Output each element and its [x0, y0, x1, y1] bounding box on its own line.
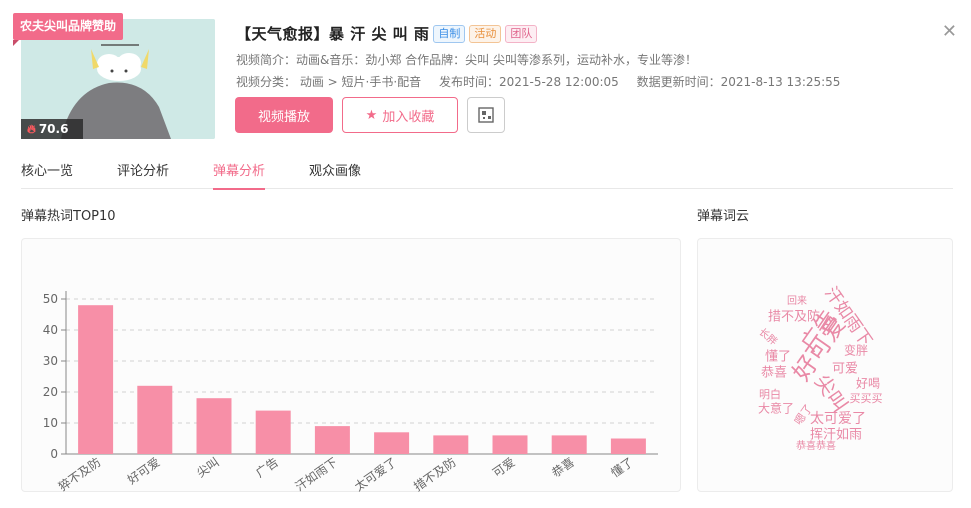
analysis-tabs: 核心一览 评论分析 弹幕分析 观众画像	[21, 160, 953, 190]
flame-icon: 🔥︎	[27, 122, 36, 136]
cloud-word: 明白	[759, 387, 781, 401]
tag-event: 活动	[469, 24, 502, 43]
tag-self-made: 自制	[433, 24, 466, 43]
cloud-word: 回来	[787, 295, 807, 307]
y-tick-label: 50	[43, 292, 58, 306]
bar[interactable]	[78, 305, 114, 454]
bar[interactable]	[137, 385, 173, 454]
publish-time: 发布时间：2021-5-28 12:00:05	[438, 75, 619, 89]
tab-comment-analysis[interactable]: 评论分析	[117, 160, 169, 189]
bar[interactable]	[433, 435, 469, 454]
cloud-word: 变胖	[844, 343, 868, 358]
x-tick-label: 尖叫	[194, 455, 222, 480]
bar[interactable]	[610, 438, 646, 455]
bar[interactable]	[374, 432, 410, 454]
cloud-word: 太可爱了	[810, 411, 866, 427]
bar[interactable]	[196, 398, 232, 454]
heat-value: 70.6	[38, 122, 69, 136]
word-cloud-panel: 汗如雨下 措不及防 回来 广告 长胖 好可爱 变胖 懂了 可爱 恭喜 尖叫 好喝 明白 买买买 大意了 嗯了太…	[697, 238, 953, 492]
add-favorite-label: 加入收藏	[382, 109, 435, 125]
cloud-word: 好喝	[856, 377, 880, 391]
star-icon: ★	[365, 107, 378, 123]
tab-audience-profile[interactable]: 观众画像	[309, 160, 361, 189]
heat-score: 🔥︎ 70.6	[21, 119, 83, 139]
add-favorite-button[interactable]: ★ 加入收藏	[342, 97, 458, 133]
x-tick-label: 好可爱	[125, 455, 163, 487]
cloud-word: 长胖	[756, 326, 779, 348]
bar[interactable]	[255, 410, 291, 454]
top10-bar-chart: 0 10 20 30 40 50 猝不及防 好可爱 尖叫 广告 汗如雨下 太可爱了 措不及防 可爱 恭喜 懂了	[43, 291, 658, 493]
video-category: 视频分类： 动画 > 短片·手书·配音	[236, 75, 422, 89]
update-time: 数据更新时间：2021-8-13 13:25:55	[636, 75, 841, 89]
cloud-word: 懂了	[765, 350, 791, 365]
cloud-word: 大意了	[758, 401, 794, 416]
x-tick-label: 太可爱了	[351, 454, 399, 493]
play-video-label: 视频播放	[257, 109, 310, 125]
cloud-word: 买买买	[850, 392, 883, 405]
y-tick-label: 40	[43, 323, 58, 337]
bar[interactable]	[551, 435, 587, 454]
x-tick-label: 懂了	[608, 455, 636, 480]
x-tick-label: 猝不及防	[55, 454, 103, 493]
bar[interactable]	[492, 435, 528, 454]
qr-code-icon	[478, 107, 494, 123]
cloud-section-title: 弹幕词云	[697, 209, 750, 224]
y-tick-label: 20	[43, 385, 58, 399]
video-intro: 视频简介：动画&音乐：劲小郑 合作品牌：尖叫 尖叫等渗系列，运动补水，专业等渗！	[236, 53, 697, 67]
y-tick-label: 0	[50, 447, 58, 461]
x-tick-label: 广告	[253, 455, 281, 480]
y-tick-label: 30	[43, 354, 58, 368]
y-tick-label: 10	[43, 416, 58, 430]
top10-section-title: 弹幕热词TOP10	[21, 209, 116, 224]
play-video-button[interactable]: 视频播放	[235, 97, 333, 133]
x-tick-label: 恭喜	[549, 455, 577, 480]
x-tick-label: 汗如雨下	[292, 454, 340, 493]
video-meta: 视频分类： 动画 > 短片·手书·配音 发布时间：2021-5-28 12:00…	[236, 73, 854, 90]
bar[interactable]	[314, 426, 350, 454]
qr-code-button[interactable]	[467, 97, 505, 133]
x-tick-label: 可爱	[490, 455, 518, 480]
tag-team: 团队	[505, 24, 538, 43]
title-row: 【天气愈报】暴 汗 尖 叫 雨 自制 活动 团队	[236, 23, 538, 44]
cloud-word: 恭喜	[761, 366, 787, 381]
close-icon[interactable]: ✕	[942, 21, 957, 42]
x-tick-label: 措不及防	[411, 454, 459, 493]
sponsor-badge: 农夫尖叫品牌赞助	[13, 13, 124, 46]
word-cloud: 汗如雨下措不及防回来广告长胖 好可爱变胖懂了可爱恭喜 尖叫 好喝明白 买买买大意了嗯了太…	[756, 283, 883, 452]
video-title: 【天气愈报】暴 汗 尖 叫 雨	[236, 25, 430, 43]
cloud-word: 恭喜恭喜	[796, 439, 836, 452]
tab-danmaku-analysis[interactable]: 弹幕分析	[213, 160, 266, 190]
top10-chart-panel: 0 10 20 30 40 50 猝不及防 好可爱 尖叫 广告 汗如雨下 太可爱了 措不及防 可爱 恭喜 懂了	[21, 238, 681, 493]
cloud-word: 可爱	[832, 362, 858, 377]
tab-overview[interactable]: 核心一览	[21, 160, 73, 189]
